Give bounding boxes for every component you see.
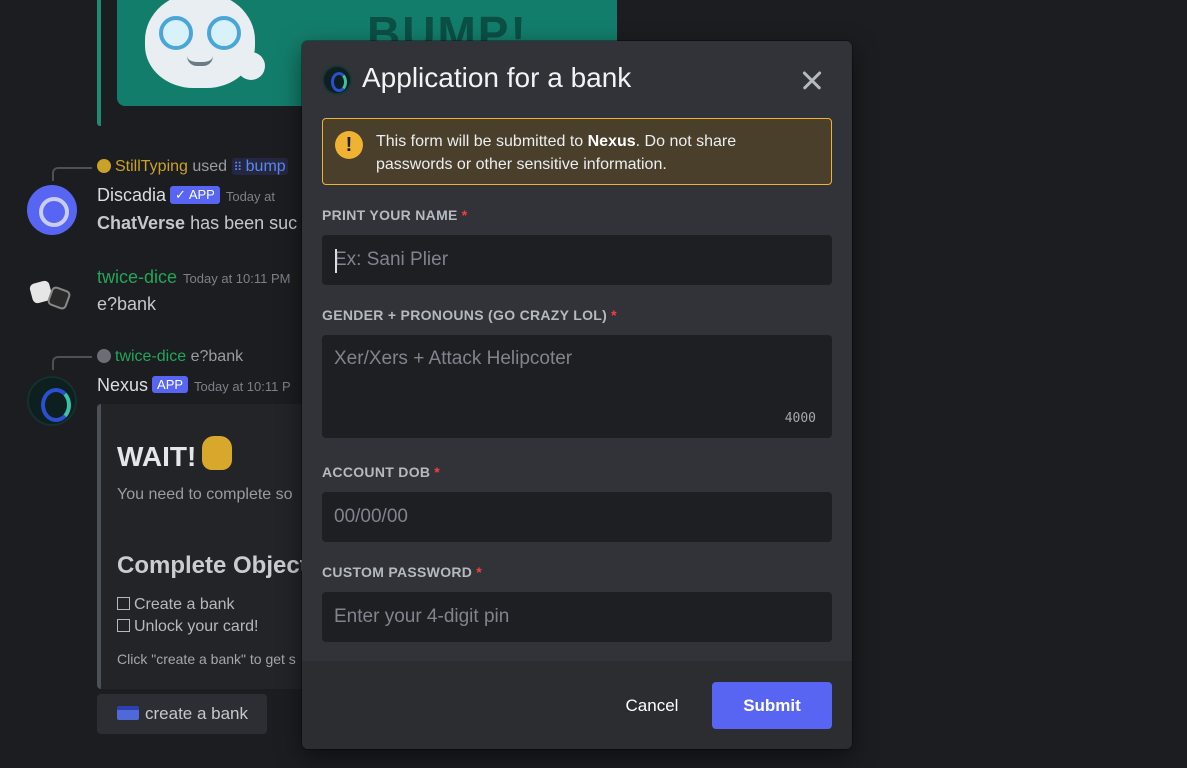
password-input[interactable] (322, 592, 832, 642)
objective-label: Create a bank (134, 596, 235, 613)
twice-dice-username[interactable]: twice-dice (97, 267, 177, 287)
app-badge: APP (152, 376, 189, 393)
required-marker: * (611, 307, 617, 323)
message-rest: has been suc (185, 213, 298, 233)
embed-title-text: WAIT! (117, 441, 197, 472)
warning-icon: ! (335, 131, 363, 159)
robot-mascot-icon (145, 0, 255, 88)
discord-window: BUMP! StillTyping used ⠿ bump Discadia ✓ … (0, 0, 1187, 768)
server-name: ChatVerse (97, 213, 186, 233)
twice-dice-message: e?bank (97, 294, 157, 314)
discadia-avatar[interactable] (27, 185, 77, 235)
checkbox-icon (117, 619, 130, 632)
embed-accent-bar (97, 0, 101, 126)
embed-hint: Click "create a bank" to get s (117, 651, 296, 667)
modal-header: Application for a bank (302, 41, 852, 117)
reply-username[interactable]: twice-dice (115, 348, 186, 365)
objective-label: Unlock your card! (134, 618, 259, 635)
robot-arm (237, 52, 265, 80)
name-field-label: PRINT YOUR NAME * (322, 207, 467, 223)
application-modal: Application for a bank ! This form will … (302, 41, 852, 749)
label-text: PRINT YOUR NAME (322, 207, 458, 223)
stilltyping-avatar (97, 159, 111, 173)
create-bank-label: create a bank (145, 704, 249, 723)
objective-item: Create a bank (117, 596, 235, 614)
modal-title: Application for a bank (362, 62, 632, 93)
warning-prefix: This form will be submitted to (376, 133, 588, 150)
label-text: GENDER + PRONOUNS (GO CRAZY LOL) (322, 307, 608, 323)
embed-title: WAIT! (117, 436, 233, 473)
pronouns-field-label: GENDER + PRONOUNS (GO CRAZY LOL) * (322, 307, 617, 323)
raised-hand-icon (202, 436, 233, 470)
timestamp: Today at 10:11 P (194, 379, 291, 394)
slash-command-label: bump (245, 158, 286, 175)
timestamp: Today at (225, 189, 275, 204)
nexus-username[interactable]: Nexus (97, 375, 148, 395)
label-text: CUSTOM PASSWORD (322, 564, 473, 580)
character-limit-counter: 4000 (784, 411, 816, 426)
twice-dice-avatar[interactable] (27, 270, 77, 320)
credit-card-icon (117, 706, 139, 720)
embed-subtitle: You need to complete so (117, 486, 293, 503)
nexus-header: Nexus APP Today at 10:11 P (97, 375, 291, 396)
twice-dice-small-avatar (97, 349, 111, 363)
slash-command[interactable]: ⠿ bump (231, 158, 288, 175)
reply-connector (52, 167, 92, 181)
create-bank-button[interactable]: create a bank (97, 694, 267, 734)
modal-footer: Cancel Submit (302, 661, 852, 749)
reply-verb: used (192, 158, 228, 175)
nexus-app-icon (322, 65, 352, 95)
dob-input[interactable] (322, 492, 832, 542)
app-badge: ✓ APP (170, 186, 220, 204)
dob-field-label: ACCOUNT DOB * (322, 464, 440, 480)
submit-button[interactable]: Submit (712, 682, 832, 729)
objectives-title: Complete Object (117, 552, 308, 579)
reply-text: e?bank (190, 348, 244, 365)
reply-preview[interactable]: StillTyping used ⠿ bump (97, 158, 288, 176)
twice-dice-header: twice-dice Today at 10:11 PM (97, 267, 290, 288)
warning-text: This form will be submitted to Nexus. Do… (376, 130, 816, 176)
reply-username[interactable]: StillTyping (115, 158, 188, 175)
nexus-avatar[interactable] (27, 376, 77, 426)
reply-connector (52, 356, 92, 370)
required-marker: * (434, 464, 441, 480)
command-icon: ⠿ (233, 160, 246, 174)
pronouns-textarea[interactable] (322, 335, 832, 438)
reply-preview[interactable]: twice-dice e?bank (97, 348, 243, 366)
discadia-username[interactable]: Discadia (97, 185, 166, 205)
close-icon[interactable] (796, 65, 828, 97)
discadia-message: ChatVerse has been suc (97, 213, 297, 234)
password-field-label: CUSTOM PASSWORD * (322, 564, 482, 580)
objective-item: Unlock your card! (117, 618, 259, 636)
checkbox-icon (117, 597, 130, 610)
timestamp: Today at 10:11 PM (183, 271, 291, 286)
required-marker: * (461, 207, 468, 223)
name-input[interactable] (322, 235, 832, 285)
warning-app-name: Nexus (587, 133, 636, 150)
warning-banner: ! This form will be submitted to Nexus. … (322, 118, 832, 185)
text-caret (335, 249, 337, 273)
cancel-button[interactable]: Cancel (606, 682, 698, 729)
required-marker: * (476, 564, 482, 580)
discadia-header: Discadia ✓ APP Today at (97, 185, 275, 206)
label-text: ACCOUNT DOB (322, 464, 431, 480)
